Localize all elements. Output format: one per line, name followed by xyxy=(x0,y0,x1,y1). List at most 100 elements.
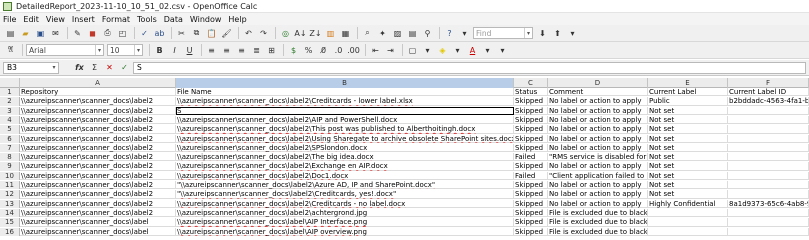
align-left-icon[interactable]: ≡ xyxy=(205,44,218,56)
data-sources-icon[interactable]: ▤ xyxy=(406,27,419,39)
column-header-f[interactable]: F xyxy=(728,78,809,88)
cell-c[interactable]: Skipped xyxy=(514,134,548,143)
cell-a[interactable]: \\azureipscanner\scanner_docs\label xyxy=(20,227,176,236)
cell-a[interactable]: \\azureipscanner\scanner_docs\label2 xyxy=(20,162,176,171)
find-input[interactable]: Find ▾ xyxy=(473,27,533,39)
cell-e[interactable]: Not set xyxy=(648,171,728,181)
menu-data[interactable]: Data xyxy=(164,15,183,24)
cell-b[interactable]: \\azureipscanner\scanner_docs\label2\AIP… xyxy=(176,115,514,125)
row-header[interactable]: 10 xyxy=(0,171,20,181)
save-icon[interactable]: ▣ xyxy=(34,27,47,39)
cell-c[interactable]: Skipped xyxy=(514,162,548,171)
cell-a[interactable]: \\azureipscanner\scanner_docs\label2 xyxy=(20,143,176,153)
help-icon[interactable]: ? xyxy=(443,27,456,39)
cell-d[interactable]: No label or action to apply xyxy=(548,134,648,143)
cell-a[interactable]: \\azureipscanner\scanner_docs\label xyxy=(20,218,176,227)
column-header-c[interactable]: C xyxy=(514,78,548,88)
cell-a[interactable]: \\azureipscanner\scanner_docs\label2 xyxy=(20,134,176,143)
row-header[interactable]: 4 xyxy=(0,115,20,125)
cell-d[interactable]: No label or action to apply xyxy=(548,97,648,106)
cell-d[interactable]: File is excluded due to blacklisted file… xyxy=(548,208,648,218)
cell-e[interactable]: Public xyxy=(648,97,728,106)
cell-f[interactable] xyxy=(728,171,809,181)
cell-a[interactable]: \\azureipscanner\scanner_docs\label2 xyxy=(20,199,176,208)
column-header-b[interactable]: B xyxy=(176,78,514,88)
delete-decimal-icon[interactable]: .00 xyxy=(347,44,360,56)
row-header[interactable]: 9 xyxy=(0,162,20,171)
cell-e[interactable] xyxy=(648,218,728,227)
chevron-down-icon[interactable]: ▾ xyxy=(95,45,103,55)
cell-e[interactable]: Highly Confidential xyxy=(648,199,728,208)
cell-f[interactable] xyxy=(728,134,809,143)
cell-e[interactable]: Current Label xyxy=(648,88,728,97)
cell-b[interactable]: File Name xyxy=(176,88,514,97)
cell-c[interactable]: Skipped xyxy=(514,227,548,236)
add-decimal-icon[interactable]: .0 xyxy=(332,44,345,56)
print-preview-icon[interactable]: ◰ xyxy=(116,27,129,39)
cell-e[interactable] xyxy=(648,227,728,236)
cell-f[interactable] xyxy=(728,143,809,153)
menu-view[interactable]: View xyxy=(46,15,65,24)
menu-window[interactable]: Window xyxy=(190,15,222,24)
spellcheck-icon[interactable]: ✓ xyxy=(138,27,151,39)
cell-a[interactable]: \\azureipscanner\scanner_docs\label2 xyxy=(20,181,176,190)
menu-edit[interactable]: Edit xyxy=(23,15,39,24)
redo-icon[interactable]: ↷ xyxy=(257,27,270,39)
cell-b[interactable]: \\azureipscanner\scanner_docs\label2\Thi… xyxy=(176,125,514,134)
cell-b[interactable]: "\\azureipscanner\scanner_docs\label2\Az… xyxy=(176,181,514,190)
menu-insert[interactable]: Insert xyxy=(72,15,95,24)
merge-cells-icon[interactable]: ⊞ xyxy=(265,44,278,56)
cell-a[interactable]: \\azureipscanner\scanner_docs\label2 xyxy=(20,97,176,106)
chevron-down-icon[interactable]: ▾ xyxy=(50,63,58,73)
new-document-icon[interactable]: ▤ xyxy=(4,27,17,39)
align-center-icon[interactable]: ≡ xyxy=(220,44,233,56)
cell-e[interactable]: Not set xyxy=(648,153,728,162)
row-header[interactable]: 7 xyxy=(0,143,20,153)
chevron-down-icon[interactable]: ▾ xyxy=(451,44,464,56)
cell-f[interactable] xyxy=(728,181,809,190)
row-header[interactable]: 15 xyxy=(0,218,20,227)
cell-f[interactable] xyxy=(728,153,809,162)
underline-icon[interactable]: U xyxy=(183,44,196,56)
select-all-corner[interactable] xyxy=(0,78,20,88)
row-header[interactable]: 12 xyxy=(0,190,20,199)
cell-e[interactable]: Not set xyxy=(648,134,728,143)
cell-a[interactable]: \\azureipscanner\scanner_docs\label2 xyxy=(20,190,176,199)
cell-e[interactable]: Not set xyxy=(648,162,728,171)
cell-d[interactable]: No label or action to apply xyxy=(548,125,648,134)
font-name-select[interactable]: Arial ▾ xyxy=(26,44,104,56)
cell-a[interactable]: \\azureipscanner\scanner_docs\label2 xyxy=(20,171,176,181)
bold-icon[interactable]: B xyxy=(153,44,166,56)
undo-icon[interactable]: ↶ xyxy=(242,27,255,39)
justify-icon[interactable]: ≣ xyxy=(250,44,263,56)
cell-d[interactable]: Comment xyxy=(548,88,648,97)
background-color-icon[interactable]: ◈ xyxy=(436,44,449,56)
row-header[interactable]: 6 xyxy=(0,134,20,143)
cell-f[interactable]: b2bddadc-4563-4fa1-b10 xyxy=(728,97,809,106)
italic-icon[interactable]: I xyxy=(168,44,181,56)
font-size-select[interactable]: 10 ▾ xyxy=(107,44,143,56)
cell-f[interactable] xyxy=(728,208,809,218)
cell-c[interactable]: Skipped xyxy=(514,106,548,115)
chevron-down-icon[interactable]: ▾ xyxy=(458,27,471,39)
cell-b[interactable]: \\azureipscanner\scanner_docs\label\AIP … xyxy=(176,227,514,236)
cell-d[interactable]: No label or action to apply xyxy=(548,199,648,208)
autospellcheck-icon[interactable]: ab xyxy=(153,27,166,39)
find-down-icon[interactable]: ⬇ xyxy=(536,27,549,39)
menu-format[interactable]: Format xyxy=(102,15,130,24)
copy-icon[interactable]: ⧉ xyxy=(190,27,203,39)
cell-b[interactable]: \\azureipscanner\scanner_docs\label2\Doc… xyxy=(176,171,514,181)
cell-c[interactable]: Skipped xyxy=(514,125,548,134)
cell-d[interactable]: No label or action to apply xyxy=(548,143,648,153)
column-header-a[interactable]: A xyxy=(20,78,176,88)
cancel-icon[interactable]: ✕ xyxy=(103,62,116,74)
cell-c[interactable]: Skipped xyxy=(514,97,548,106)
row-header[interactable]: 5 xyxy=(0,125,20,134)
cell-c[interactable]: Skipped xyxy=(514,218,548,227)
find-replace-icon[interactable]: ⌕ xyxy=(361,27,374,39)
sort-ascending-icon[interactable]: A↓ xyxy=(294,27,307,39)
chevron-down-icon[interactable]: ▾ xyxy=(566,27,579,39)
increase-indent-icon[interactable]: ⇥ xyxy=(384,44,397,56)
cell-a[interactable]: \\azureipscanner\scanner_docs\label2 xyxy=(20,153,176,162)
styles-icon[interactable]: 𝔄 xyxy=(4,44,17,56)
